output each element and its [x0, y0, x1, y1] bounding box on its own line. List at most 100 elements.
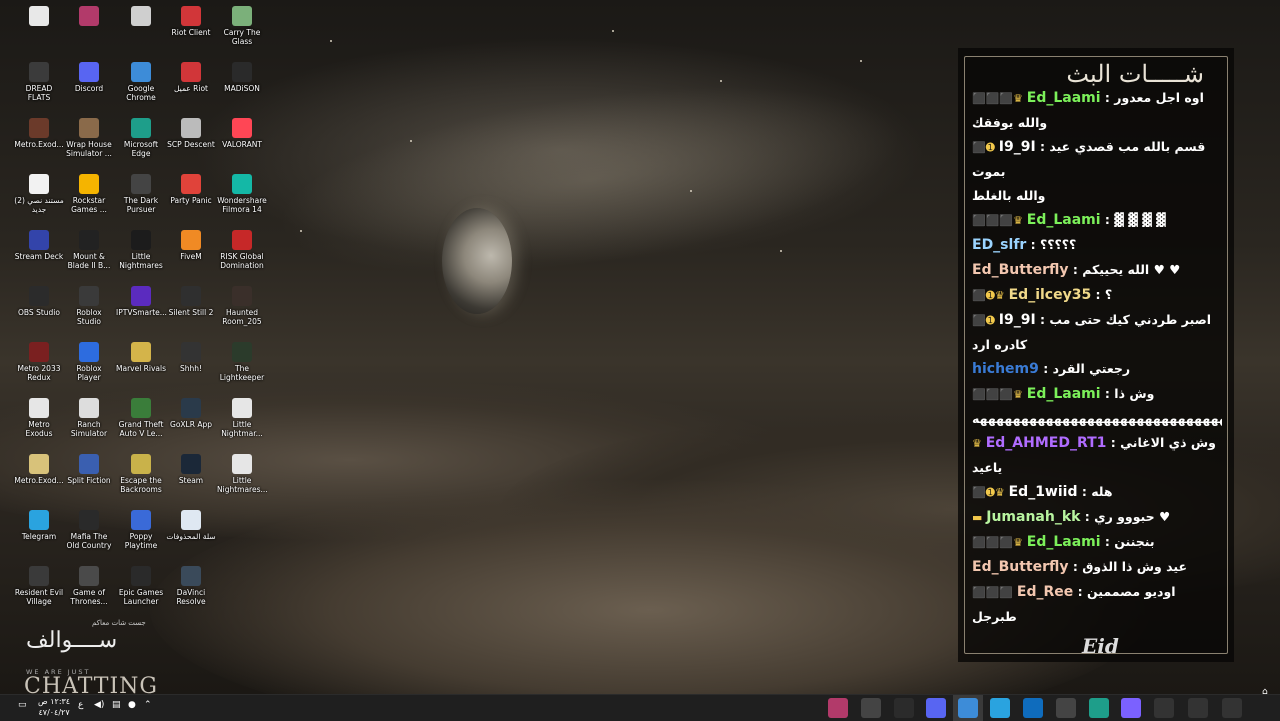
desktop-icon[interactable]: Game of Thrones...: [64, 562, 114, 618]
desktop-icon-label: SCP Descent: [167, 140, 215, 149]
desktop-icon[interactable]: Roblox Player: [64, 338, 114, 394]
desktop-icon[interactable]: Carry The Glass: [217, 2, 267, 58]
desktop-icon[interactable]: مستند نصي (2) جديد: [14, 170, 64, 226]
desktop-icon[interactable]: Mount & Blade II B...: [64, 226, 114, 282]
start-icon[interactable]: [1222, 698, 1242, 718]
desktop-icon-label: The Dark Pursuer: [123, 196, 159, 214]
microphone-icon[interactable]: ●: [128, 700, 136, 710]
desktop-icon-label: Wondershare Filmora 14: [217, 196, 267, 214]
desktop-icon[interactable]: DREAD FLATS: [14, 58, 64, 114]
desktop-icon[interactable]: Escape the Backrooms: [116, 450, 166, 506]
desktop-icon[interactable]: [14, 2, 64, 58]
game-icon: [79, 510, 99, 530]
desktop-icon[interactable]: Marvel Rivals: [116, 338, 166, 394]
desktop-icon[interactable]: Metro Exodus: [14, 394, 64, 450]
clock[interactable]: ١٢:٣٤ ص ٤٧/٠٤/٢٧: [38, 696, 70, 718]
network-icon[interactable]: ▤: [112, 700, 121, 710]
chat-username: Ed_AHMED_RT1: [985, 435, 1107, 451]
desktop-icon[interactable]: Resident Evil Village: [14, 562, 64, 618]
desktop-icon[interactable]: Little Nightmares: [116, 226, 166, 282]
desktop-icon[interactable]: Rockstar Games ...: [64, 170, 114, 226]
desktop-icon[interactable]: [116, 2, 166, 58]
desktop-icon[interactable]: Epic Games Launcher: [116, 562, 166, 618]
desktop-icon[interactable]: Little Nightmares...: [217, 450, 268, 506]
desktop-icon[interactable]: Discord: [64, 58, 114, 114]
desktop-icon[interactable]: Party Panic: [166, 170, 216, 226]
discord-icon[interactable]: [926, 698, 946, 718]
chat-message: ⬛⬛⬛♛ Ed_Laami : ▓ ▓ ▓ ▓: [972, 212, 1166, 228]
game-icon: [181, 118, 201, 138]
desktop-icon[interactable]: سلة المحذوفات: [166, 506, 216, 562]
desktop-icon[interactable]: Google Chrome: [116, 58, 166, 114]
desktop-icon[interactable]: عميل Riot: [166, 58, 216, 114]
desktop-icon[interactable]: Microsoft Edge: [116, 114, 166, 170]
game-icon: [79, 230, 99, 250]
chrome-icon[interactable]: [958, 698, 978, 718]
obs-icon[interactable]: [894, 698, 914, 718]
desktop-icon[interactable]: Metro 2033 Redux: [14, 338, 64, 394]
desktop-icon[interactable]: Metro.Exod...: [14, 450, 64, 506]
desktop-icon[interactable]: Stream Deck: [14, 226, 64, 282]
desktop-icon[interactable]: Silent Still 2: [166, 282, 216, 338]
taskview-icon[interactable]: [1154, 698, 1174, 718]
volume-icon[interactable]: ◀): [94, 700, 104, 710]
desktop-icon[interactable]: SCP Descent: [166, 114, 216, 170]
desktop-icon[interactable]: Steam: [166, 450, 216, 506]
tray-chevron-icon[interactable]: ⌃: [144, 700, 152, 710]
desktop-icon-label: VALORANT: [222, 140, 262, 149]
goxlr-icon: [181, 398, 201, 418]
desktop-icon[interactable]: GoXLR App: [166, 394, 216, 450]
desktop-icon[interactable]: DaVinci Resolve: [166, 562, 216, 618]
game-icon: [232, 398, 252, 418]
desktop-icon[interactable]: Split Fiction: [64, 450, 114, 506]
store-icon[interactable]: [1056, 698, 1076, 718]
desktop-icon[interactable]: Wondershare Filmora 14: [217, 170, 267, 226]
desktop-icon[interactable]: Poppy Playtime: [116, 506, 166, 562]
branding-arabic-logo: ســــوالف: [26, 628, 118, 653]
desktop-icon[interactable]: [64, 2, 114, 58]
notification-icon[interactable]: ▭: [18, 700, 27, 710]
desktop-icon-label: Carry The Glass: [223, 28, 261, 46]
desktop-icon[interactable]: FiveM: [166, 226, 216, 282]
chat-badges: ♛: [972, 437, 986, 450]
desktop-icon[interactable]: Wrap House Simulator ...: [64, 114, 114, 170]
desktop-icon-label: Grand Theft Auto V Le...: [118, 420, 164, 438]
desktop-icon-label: Stream Deck: [14, 252, 64, 261]
desktop-icon[interactable]: The Lightkeeper: [217, 338, 267, 394]
desktop-icon[interactable]: Telegram: [14, 506, 64, 562]
desktop-icon[interactable]: Mafia The Old Country: [64, 506, 114, 562]
desktop-icon[interactable]: The Dark Pursuer: [116, 170, 166, 226]
desktop-icon[interactable]: Roblox Studio: [64, 282, 114, 338]
desktop-icon[interactable]: Riot Client: [166, 2, 216, 58]
desktop-icon[interactable]: MADiSON: [217, 58, 267, 114]
desktop-icon-label: DaVinci Resolve: [176, 588, 206, 606]
search-icon[interactable]: [1188, 698, 1208, 718]
language-indicator[interactable]: ع: [78, 700, 83, 710]
valorant-icon: [232, 118, 252, 138]
outlook-icon[interactable]: [1023, 698, 1043, 718]
telegram-icon[interactable]: [990, 698, 1010, 718]
desktop-icon[interactable]: Ranch Simulator: [64, 394, 114, 450]
desktop-icon[interactable]: Little Nightmar...: [217, 394, 267, 450]
chat-username: Ed_Butterfly: [972, 559, 1069, 575]
desktop-icon-label: Split Fiction: [67, 476, 111, 485]
chat-username: Ed_Ree: [1016, 584, 1074, 600]
edge-icon[interactable]: [1089, 698, 1109, 718]
chat-username: Ed_Laami: [1026, 212, 1101, 228]
steam-icon: [181, 454, 201, 474]
desktop-icon[interactable]: Metro.Exod...: [14, 114, 64, 170]
desktop-icon[interactable]: Grand Theft Auto V Le...: [116, 394, 166, 450]
desktop-icon[interactable]: Shhh!: [166, 338, 216, 394]
winrar-icon[interactable]: [828, 698, 848, 718]
desktop-icon[interactable]: IPTVSmarte...: [116, 282, 167, 338]
desktop-icon[interactable]: OBS Studio: [14, 282, 64, 338]
desktop-icon[interactable]: VALORANT: [217, 114, 267, 170]
desktop-icon-label: IPTVSmarte...: [116, 308, 167, 317]
desktop-icon[interactable]: Haunted Room_205: [217, 282, 267, 338]
chat-badges: ⬛⬛⬛♛: [972, 388, 1027, 401]
xbox-icon[interactable]: [861, 698, 881, 718]
game-icon: [131, 454, 151, 474]
desktop-icon[interactable]: RISK Global Domination: [217, 226, 267, 282]
copilot-icon[interactable]: [1121, 698, 1141, 718]
chat-badges: ⬛➊: [972, 314, 999, 327]
